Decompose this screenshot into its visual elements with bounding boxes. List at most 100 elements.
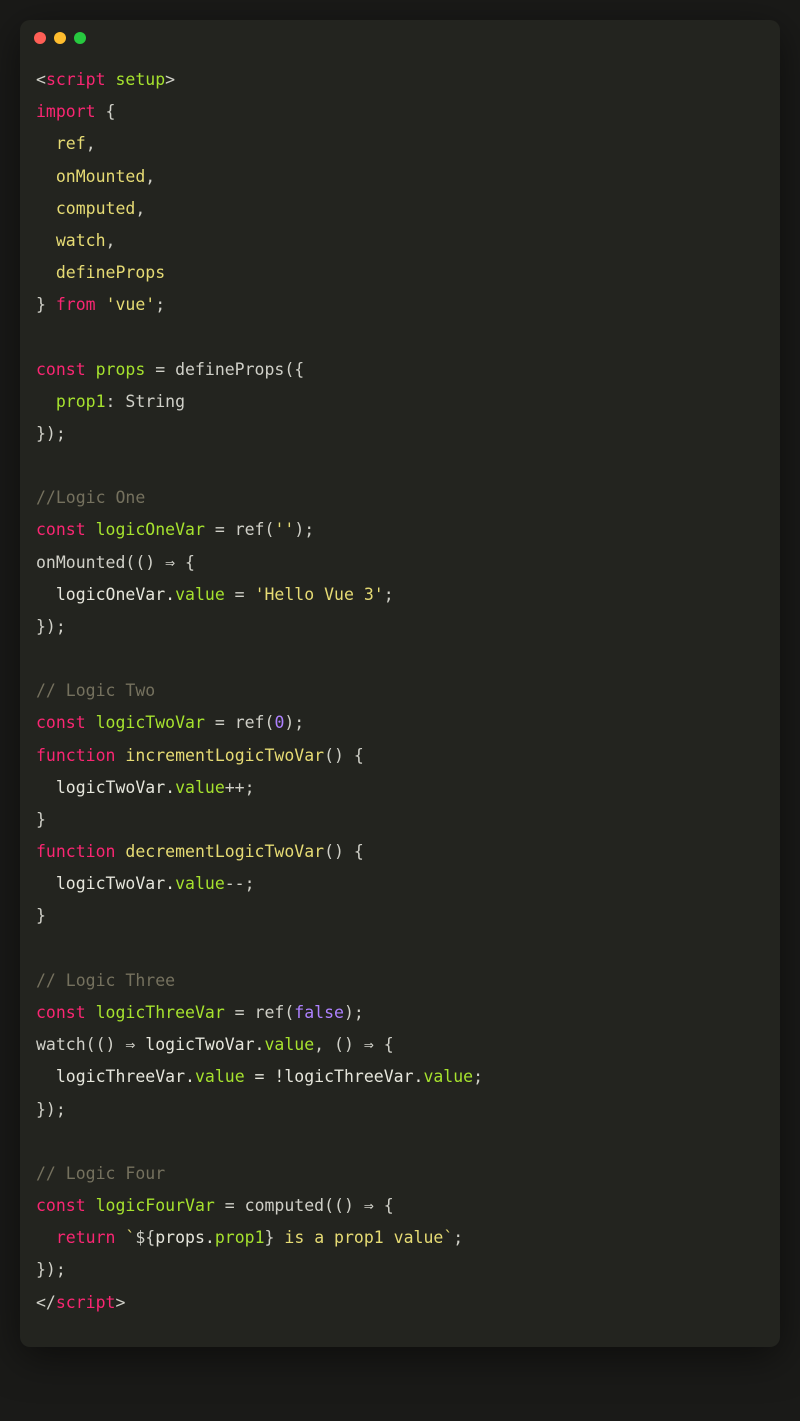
code-token: const	[36, 1196, 86, 1215]
code-line: });	[36, 1254, 764, 1286]
code-token: function	[36, 746, 115, 765]
maximize-icon[interactable]	[74, 32, 86, 44]
code-token	[86, 1003, 96, 1022]
code-token: ⇒	[364, 1196, 374, 1215]
code-token: );	[294, 520, 314, 539]
code-line: logicOneVar.value = 'Hello Vue 3';	[36, 579, 764, 611]
code-line: //Logic One	[36, 482, 764, 514]
code-token: value	[195, 1067, 245, 1086]
code-token: });	[36, 617, 66, 636]
code-line: watch(() ⇒ logicTwoVar.value, () ⇒ {	[36, 1029, 764, 1061]
code-token	[86, 713, 96, 732]
code-token: () {	[324, 746, 364, 765]
code-token: //Logic One	[36, 488, 145, 507]
code-token: ;	[384, 585, 394, 604]
code-line	[36, 643, 764, 675]
code-token: watch(()	[36, 1035, 125, 1054]
code-line	[36, 321, 764, 353]
minimize-icon[interactable]	[54, 32, 66, 44]
code-token: setup	[115, 70, 165, 89]
code-line: computed,	[36, 193, 764, 225]
code-token	[36, 231, 56, 250]
code-token: script	[46, 70, 116, 89]
code-token: props	[96, 360, 146, 379]
code-token	[96, 295, 106, 314]
code-token: logicOneVar	[96, 520, 205, 539]
code-token	[86, 360, 96, 379]
code-token: --;	[225, 874, 255, 893]
code-line: // Logic Two	[36, 675, 764, 707]
code-line: const logicTwoVar = ref(0);	[36, 707, 764, 739]
code-token	[86, 1196, 96, 1215]
code-line: return `${props.prop1} is a prop1 value`…	[36, 1222, 764, 1254]
code-line: }	[36, 804, 764, 836]
code-token: const	[36, 520, 86, 539]
code-line: logicThreeVar.value = !logicThreeVar.val…	[36, 1061, 764, 1093]
close-icon[interactable]	[34, 32, 46, 44]
code-token: ''	[274, 520, 294, 539]
code-token: {	[96, 102, 116, 121]
code-token: : String	[106, 392, 185, 411]
code-token: import	[36, 102, 96, 121]
code-line	[36, 933, 764, 965]
code-token: const	[36, 1003, 86, 1022]
code-token: from	[56, 295, 96, 314]
code-token: logicThreeVar.	[36, 1067, 195, 1086]
code-token: ⇒	[364, 1035, 374, 1054]
code-line: onMounted,	[36, 161, 764, 193]
code-token: props.	[155, 1228, 215, 1247]
code-token: defineProps	[56, 263, 165, 282]
code-token: onMounted	[56, 167, 145, 186]
code-line: </script>	[36, 1287, 764, 1319]
code-token: false	[294, 1003, 344, 1022]
code-token: const	[36, 713, 86, 732]
code-line: function decrementLogicTwoVar() {	[36, 836, 764, 868]
code-window: <script setup>import { ref, onMounted, c…	[20, 20, 780, 1347]
code-token: ⇒	[125, 1035, 135, 1054]
code-token: {	[374, 1196, 394, 1215]
code-token: {	[175, 553, 195, 572]
code-token: = !logicThreeVar.	[245, 1067, 424, 1086]
code-token: {	[374, 1035, 394, 1054]
code-token: = computed(()	[215, 1196, 364, 1215]
code-line: function incrementLogicTwoVar() {	[36, 740, 764, 772]
code-content: <script setup>import { ref, onMounted, c…	[20, 56, 780, 1347]
code-token: >	[165, 70, 175, 89]
code-token: value	[175, 874, 225, 893]
code-token: );	[344, 1003, 364, 1022]
code-token: );	[284, 713, 304, 732]
code-token	[36, 263, 56, 282]
code-token: ;	[473, 1067, 483, 1086]
code-token: ,	[86, 134, 96, 153]
code-line: <script setup>	[36, 64, 764, 96]
code-line: // Logic Four	[36, 1158, 764, 1190]
titlebar	[20, 20, 780, 56]
code-line	[36, 1126, 764, 1158]
code-token: logicTwoVar	[96, 713, 205, 732]
code-line: });	[36, 1094, 764, 1126]
code-token: ;	[155, 295, 165, 314]
code-token: </	[36, 1293, 56, 1312]
code-token: value	[175, 585, 225, 604]
code-token: logicThreeVar	[96, 1003, 225, 1022]
code-line: });	[36, 418, 764, 450]
code-token: const	[36, 360, 86, 379]
code-token: });	[36, 424, 66, 443]
code-token: ;	[453, 1228, 463, 1247]
code-token	[115, 746, 125, 765]
code-line: prop1: String	[36, 386, 764, 418]
code-token: return	[56, 1228, 116, 1247]
code-line: } from 'vue';	[36, 289, 764, 321]
code-token: = ref(	[205, 713, 275, 732]
code-token: = ref(	[205, 520, 275, 539]
code-token: }	[265, 1228, 275, 1247]
code-line: onMounted(() ⇒ {	[36, 547, 764, 579]
code-token: ,	[135, 199, 145, 218]
code-line: logicTwoVar.value--;	[36, 868, 764, 900]
code-token: logicTwoVar.	[36, 874, 175, 893]
code-token: }	[36, 906, 46, 925]
code-token: logicOneVar.	[36, 585, 175, 604]
code-token: script	[56, 1293, 116, 1312]
code-token	[115, 842, 125, 861]
code-token: }	[36, 810, 46, 829]
